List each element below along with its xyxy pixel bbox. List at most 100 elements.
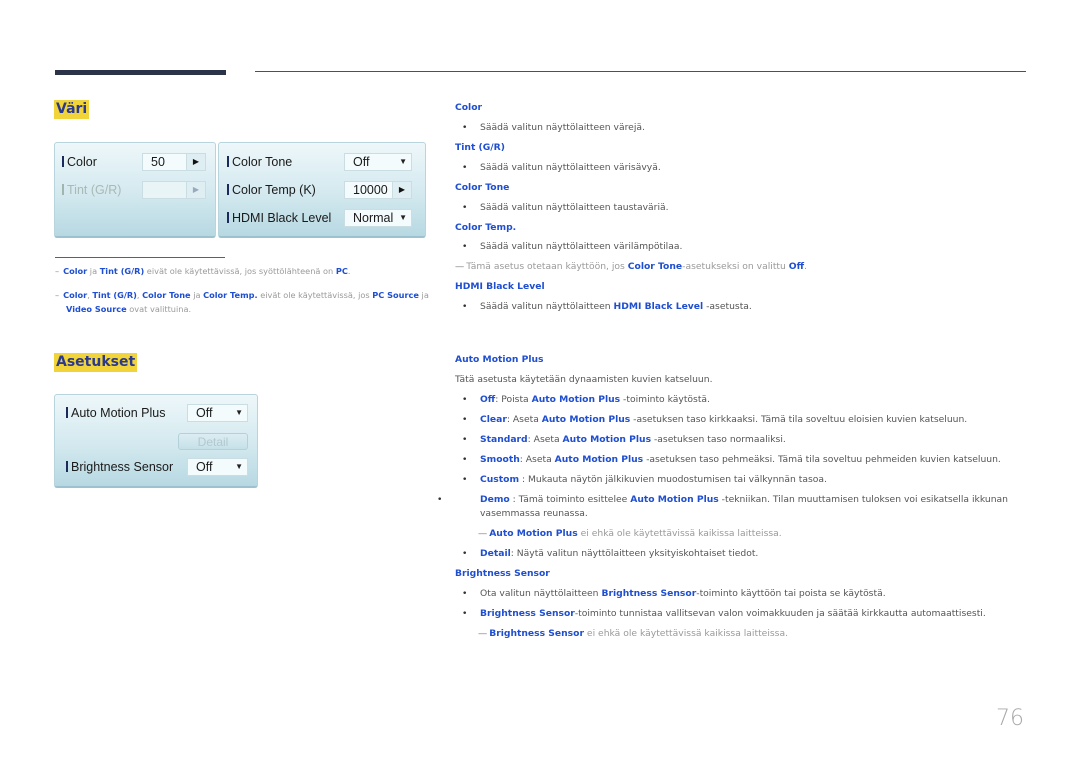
footnote-rule xyxy=(55,257,225,258)
heading-hdmi-black-level: HDMI Black Level xyxy=(455,281,545,292)
text-segment: ja xyxy=(418,290,429,300)
footnote-2: – Color, Tint (G/R), Color Tone ja Color … xyxy=(55,290,429,314)
arrow-right-icon[interactable]: ▶ xyxy=(186,182,205,198)
auto-motion-plus-dropdown[interactable]: Off ▼ xyxy=(187,404,248,422)
highlighted-term: PC Source xyxy=(372,290,419,300)
text-segment: . xyxy=(804,261,807,272)
highlighted-term: Auto Motion Plus xyxy=(531,394,621,405)
brightness-sensor-dropdown[interactable]: Off ▼ xyxy=(187,458,248,476)
color-tone-dropdown[interactable]: Off ▼ xyxy=(344,153,412,171)
text-segment: . xyxy=(347,266,351,276)
brightness-sensor-label: Brightness Sensor xyxy=(66,460,173,474)
highlighted-term: Color Tone xyxy=(142,290,191,300)
bullet-tint: • Säädä valitun näyttölaitteen värisävyä. xyxy=(462,162,661,173)
highlighted-term: Clear xyxy=(480,414,507,425)
section-title-asetukset: Asetukset xyxy=(54,353,138,372)
arrow-right-icon[interactable]: ▶ xyxy=(186,154,205,170)
highlighted-term: Tint (G/R) xyxy=(99,266,145,276)
note-color-temp: — Tämä asetus otetaan käyttöön, jos Color… xyxy=(455,261,807,272)
text-segment: ja xyxy=(190,290,204,300)
page-number: 76 xyxy=(996,706,1024,731)
highlighted-term: Off xyxy=(480,394,496,405)
heading-brightness-sensor: Brightness Sensor xyxy=(455,568,550,579)
text-segment: eivät ole käytettävissä, jos xyxy=(257,290,373,300)
text-segment: : Aseta xyxy=(519,454,555,465)
text-segment: -asetukseksi on valittu xyxy=(682,261,789,272)
chevron-down-icon: ▼ xyxy=(235,462,243,471)
text-segment: : Tämä toiminto esittelee xyxy=(509,494,631,505)
hdmi-black-level-dropdown[interactable]: Normal ▼ xyxy=(344,209,412,227)
heading-color-temp: Color Temp. xyxy=(455,222,517,233)
highlighted-term: Brightness Sensor xyxy=(489,628,584,639)
highlighted-term: Auto Motion Plus xyxy=(630,494,719,505)
color-temp-field[interactable]: 10000 ▶ xyxy=(344,181,412,199)
text-segment: -toiminto käytöstä. xyxy=(620,394,710,405)
tint-label: Tint (G/R) xyxy=(62,183,121,197)
text-segment: ei ehkä ole käytettävissä kaikissa laitt… xyxy=(577,528,782,539)
text-segment: -asetusta. xyxy=(703,301,752,312)
arrow-right-icon[interactable]: ▶ xyxy=(392,182,411,198)
highlighted-term: Smooth xyxy=(480,454,520,465)
intro-auto-motion-plus: Tätä asetusta käytetään dynaamisten kuvi… xyxy=(455,374,713,385)
footnote-1: – Color ja Tint (G/R) eivät ole käytettäv… xyxy=(55,266,351,276)
brightness-sensor-value: Off xyxy=(196,460,213,474)
text-segment: : Aseta xyxy=(506,414,542,425)
text-segment: ja xyxy=(87,266,100,276)
highlighted-term: Color Temp. xyxy=(203,290,258,300)
bullet-amp-detail: • Detail: Näytä valitun näyttölaitteen yk… xyxy=(462,548,759,559)
highlighted-term: Brightness Sensor xyxy=(601,588,697,599)
bullet-amp-demo: • Demo : Tämä toiminto esittelee Auto Mot… xyxy=(437,494,1008,519)
text-segment: Ota valitun näyttölaitteen xyxy=(480,588,602,599)
highlighted-term: Color Tone xyxy=(627,261,683,272)
highlighted-term: Auto Motion Plus xyxy=(554,454,644,465)
text-segment: -asetuksen taso kirkkaaksi. Tämä tila so… xyxy=(630,414,968,425)
detail-button[interactable]: Detail xyxy=(178,433,248,450)
tint-value-field[interactable]: ▶ xyxy=(142,181,206,199)
note-auto-motion-plus: — Auto Motion Plus ei ehkä ole käytettävi… xyxy=(478,528,782,539)
text-segment: : Poista xyxy=(495,394,532,405)
color-label: Color xyxy=(62,155,97,169)
header-accent-bar xyxy=(55,70,226,75)
highlighted-term: HDMI Black Level xyxy=(613,301,704,312)
text-segment: -asetuksen taso normaaliksi. xyxy=(651,434,786,445)
text-segment: : Mukauta näytön jälkikuvien muodostumis… xyxy=(519,474,827,485)
highlighted-term: Off xyxy=(788,261,805,272)
highlighted-term: Video Source xyxy=(66,304,127,314)
text-segment: ovat valittuina. xyxy=(126,304,192,314)
bullet-color-temp: • Säädä valitun näyttölaitteen värilämpöt… xyxy=(462,241,683,252)
color-value-field[interactable]: 50 ▶ xyxy=(142,153,206,171)
highlighted-term: Auto Motion Plus xyxy=(489,528,578,539)
highlighted-term: Color xyxy=(63,290,88,300)
highlighted-term: Standard xyxy=(480,434,528,445)
chevron-down-icon: ▼ xyxy=(235,408,243,417)
chevron-down-icon: ▼ xyxy=(399,157,407,166)
highlighted-term: Auto Motion Plus xyxy=(541,414,631,425)
bullet-brightness-1: • Ota valitun näyttölaitteen Brightness S… xyxy=(462,588,886,599)
text-segment: eivät ole käytettävissä, jos syöttölähte… xyxy=(144,266,336,276)
bullet-amp-standard: • Standard: Aseta Auto Motion Plus -asetu… xyxy=(462,434,786,445)
bullet-amp-custom: • Custom : Mukauta näytön jälkikuvien muo… xyxy=(462,474,827,485)
auto-motion-plus-value: Off xyxy=(196,406,213,420)
auto-motion-plus-label: Auto Motion Plus xyxy=(66,406,166,420)
heading-color: Color xyxy=(455,102,483,113)
highlighted-term: Color xyxy=(63,266,88,276)
text-segment: -asetuksen taso pehmeäksi. Tämä tila sov… xyxy=(643,454,1001,465)
note-brightness-sensor: — Brightness Sensor ei ehkä ole käytettäv… xyxy=(478,628,789,639)
heading-auto-motion-plus: Auto Motion Plus xyxy=(455,354,544,365)
bullet-color-tone: • Säädä valitun näyttölaitteen taustaväri… xyxy=(462,202,669,213)
highlighted-term: Auto Motion Plus xyxy=(562,434,652,445)
highlighted-term: Demo xyxy=(480,494,510,505)
bullet-hdmi-black-level: • Säädä valitun näyttölaitteen HDMI Black… xyxy=(462,301,752,312)
text-segment: -toiminto tunnistaa vallitsevan valon vo… xyxy=(574,608,986,619)
bullet-amp-off: • Off: Poista Auto Motion Plus -toiminto … xyxy=(462,394,710,405)
color-tone-label: Color Tone xyxy=(227,155,292,169)
hdmi-black-level-label: HDMI Black Level xyxy=(227,211,331,225)
bullet-amp-clear: • Clear: Aseta Auto Motion Plus -asetukse… xyxy=(462,414,968,425)
bullet-color: • Säädä valitun näyttölaitteen värejä. xyxy=(462,122,645,133)
color-tone-value: Off xyxy=(353,155,370,169)
highlighted-term: Brightness Sensor xyxy=(480,608,575,619)
bullet-amp-smooth: • Smooth: Aseta Auto Motion Plus -asetuks… xyxy=(462,454,1001,465)
color-value: 50 xyxy=(151,155,165,169)
section-title-vari: Väri xyxy=(54,100,90,119)
chevron-down-icon: ▼ xyxy=(399,213,407,222)
